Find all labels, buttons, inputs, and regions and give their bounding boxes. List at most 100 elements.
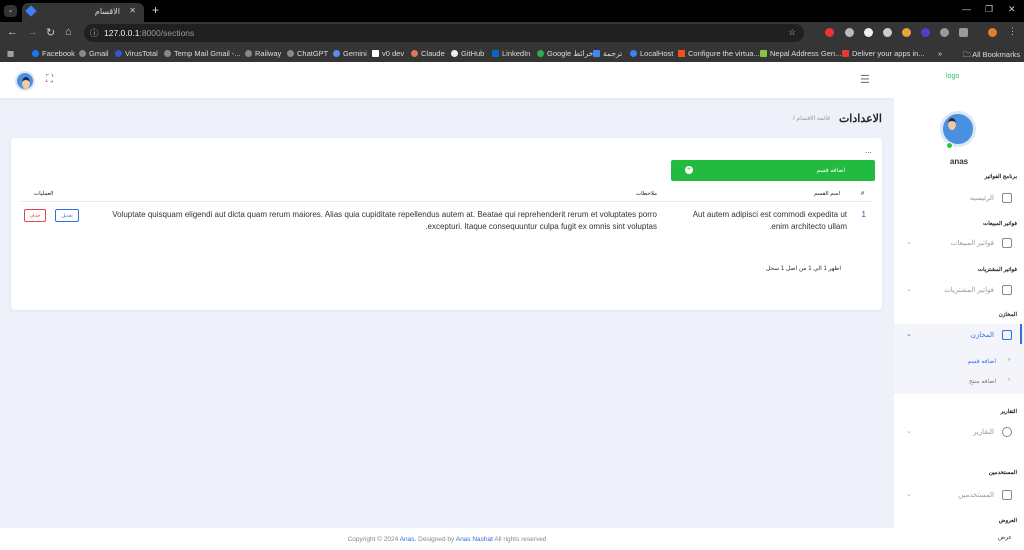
bookmark[interactable]: Gmail bbox=[79, 49, 109, 58]
column-header-notes: ملاحظات bbox=[636, 191, 657, 197]
breadcrumb[interactable]: / قائمه الاقسام bbox=[793, 115, 830, 122]
extension-icon[interactable] bbox=[825, 28, 834, 37]
bookmark[interactable]: Claude bbox=[411, 49, 445, 58]
user-avatar[interactable] bbox=[15, 71, 35, 91]
all-bookmarks-folder[interactable]: 🗀 All Bookmarks bbox=[963, 49, 1020, 62]
extensions-puzzle-icon[interactable] bbox=[959, 28, 968, 37]
sidebar-subitem-add-product[interactable]: › اضافه منتج bbox=[894, 372, 1024, 392]
column-header-number: # bbox=[860, 191, 864, 197]
author-link[interactable]: Anas. bbox=[400, 536, 417, 543]
section-heading: برنامج الفواتير bbox=[984, 174, 1017, 180]
browser-tab[interactable]: الاقسام ✕ bbox=[22, 3, 144, 22]
close-tab-icon[interactable]: ✕ bbox=[129, 6, 136, 15]
sidebar-item-purchase-invoices[interactable]: فواتير المشتريات ⌄ bbox=[894, 280, 1024, 300]
bookmark[interactable]: Nepal Address Gen... bbox=[760, 49, 841, 58]
sidebar-item-stores[interactable]: المخازن ⌄ bbox=[894, 325, 1024, 345]
delete-button[interactable]: حذف bbox=[24, 209, 46, 222]
subitem-label: اضافه منتج bbox=[968, 379, 996, 385]
restore-button[interactable]: ❐ bbox=[985, 4, 993, 15]
sidebar-item-offers[interactable]: عرض bbox=[894, 528, 1024, 548]
bookmark[interactable]: ترجمة bbox=[593, 49, 622, 58]
minimize-button[interactable]: — bbox=[962, 4, 971, 14]
back-icon[interactable]: ← bbox=[7, 26, 18, 38]
section-heading: فواتير المشتريات bbox=[977, 267, 1017, 273]
extension-icon[interactable] bbox=[845, 28, 854, 37]
item-label: عرض bbox=[997, 535, 1012, 541]
bookmark[interactable]: VirusTotal bbox=[115, 49, 158, 58]
tab-title: الاقسام bbox=[94, 7, 120, 16]
bookmark[interactable]: Gemini bbox=[333, 49, 367, 58]
online-status-dot bbox=[946, 142, 953, 149]
grid-icon bbox=[1002, 193, 1012, 203]
fullscreen-icon[interactable]: ⛶ bbox=[46, 74, 53, 85]
designed-by-text: Designed by bbox=[418, 536, 455, 543]
address-bar-row: ← → ↻ ⌂ ⓘ 127.0.0.1:8000/sections ☆ ⋮ bbox=[0, 22, 1024, 44]
sidebar-item-home[interactable]: الرئيسيه bbox=[894, 188, 1024, 208]
extension-icon[interactable] bbox=[883, 28, 892, 37]
sidebar-avatar bbox=[940, 111, 976, 147]
bookmark-star-icon[interactable]: ☆ bbox=[788, 27, 796, 38]
extension-icon[interactable] bbox=[940, 28, 949, 37]
url-host: 127.0.0.1 bbox=[104, 28, 140, 38]
bookmark[interactable]: GitHub bbox=[451, 49, 484, 58]
row-number: 1 bbox=[861, 210, 866, 219]
chart-icon bbox=[1002, 238, 1012, 248]
chevron-down-icon: ⌄ bbox=[906, 491, 912, 498]
sidebar-item-users[interactable]: المستخدمين ⌄ bbox=[894, 485, 1024, 505]
add-section-button[interactable]: + اضافه قسم bbox=[671, 160, 875, 181]
bookmark[interactable]: Google خرائط bbox=[537, 49, 593, 58]
close-window-button[interactable]: ✕ bbox=[1008, 4, 1016, 15]
tab-search-button[interactable]: ⌄ bbox=[4, 5, 17, 17]
site-info-icon[interactable]: ⓘ bbox=[90, 27, 99, 39]
item-label: المخازن bbox=[970, 332, 994, 339]
globe-icon bbox=[1002, 427, 1012, 437]
url-input[interactable]: ⓘ 127.0.0.1:8000/sections ☆ bbox=[84, 24, 804, 42]
section-heading: التقارير bbox=[1000, 409, 1017, 415]
reload-icon[interactable]: ↻ bbox=[46, 26, 55, 39]
sidebar-subitem-add-section[interactable]: › اضافه قسم bbox=[894, 352, 1024, 372]
bookmark[interactable]: LocalHost bbox=[630, 49, 673, 58]
table-header-divider bbox=[21, 201, 871, 202]
section-notes: Voluptate quisquam eligendi aut dicta qu… bbox=[112, 210, 657, 231]
extension-icon[interactable] bbox=[921, 28, 930, 37]
item-label: التقارير bbox=[972, 429, 994, 436]
designer-link[interactable]: Anas Nashat bbox=[456, 536, 493, 543]
hamburger-menu-icon[interactable]: ☰ bbox=[860, 73, 870, 86]
bookmark[interactable]: LinkedIn bbox=[492, 49, 530, 58]
page-title: الاعدادات bbox=[838, 113, 882, 125]
new-tab-button[interactable]: + bbox=[152, 3, 159, 17]
rights-text: All rights reserved bbox=[494, 536, 547, 543]
bookmark[interactable]: Deliver your apps in... bbox=[842, 49, 925, 58]
forward-icon[interactable]: → bbox=[27, 26, 38, 38]
sidebar-item-reports[interactable]: التقارير ⌄ bbox=[894, 422, 1024, 442]
truck-icon bbox=[1002, 330, 1012, 340]
bookmark[interactable]: ChatGPT bbox=[287, 49, 328, 58]
bookmark[interactable]: Facebook bbox=[32, 49, 75, 58]
sidebar-item-sales-invoices[interactable]: فواتير المبيعات ⌄ bbox=[894, 233, 1024, 253]
home-icon[interactable]: ⌂ bbox=[65, 26, 72, 38]
section-heading: العروض bbox=[998, 518, 1017, 524]
pagination-info: اظهر 1 الي 1 من اصل 1 سجل bbox=[765, 266, 841, 272]
bookmark[interactable]: Configure the virtua... bbox=[678, 49, 760, 58]
column-header-actions: العمليات bbox=[34, 191, 54, 197]
item-label: المستخدمين bbox=[958, 492, 994, 499]
browser-tab-strip: ⌄ الاقسام ✕ + — ❐ ✕ bbox=[0, 0, 1024, 22]
profile-avatar[interactable] bbox=[988, 28, 997, 37]
bookmark[interactable]: v0 dev bbox=[372, 49, 404, 58]
section-heading: المستخدمين bbox=[988, 470, 1017, 476]
apps-icon[interactable]: ▦ bbox=[7, 49, 14, 58]
url-path: :8000/sections bbox=[139, 28, 195, 38]
card-menu-button[interactable]: ... bbox=[865, 146, 872, 155]
bookmark[interactable]: Railway bbox=[245, 49, 281, 58]
logo-image[interactable]: logo bbox=[946, 73, 959, 80]
bookmark[interactable]: Temp Mail Gmail -... bbox=[164, 49, 241, 58]
more-menu-icon[interactable]: ⋮ bbox=[1008, 26, 1017, 37]
edit-button[interactable]: تعديل bbox=[55, 209, 79, 222]
item-label: فواتير المشتريات bbox=[944, 287, 994, 294]
top-navbar: ⛶ ☰ bbox=[0, 62, 894, 98]
extension-icon[interactable] bbox=[902, 28, 911, 37]
sections-card: ... + اضافه قسم # اسم القسم ملاحظات العم… bbox=[11, 138, 882, 310]
section-heading: المخازن bbox=[998, 312, 1017, 318]
extension-icon[interactable] bbox=[864, 28, 873, 37]
more-bookmarks-button[interactable]: » bbox=[938, 49, 942, 58]
